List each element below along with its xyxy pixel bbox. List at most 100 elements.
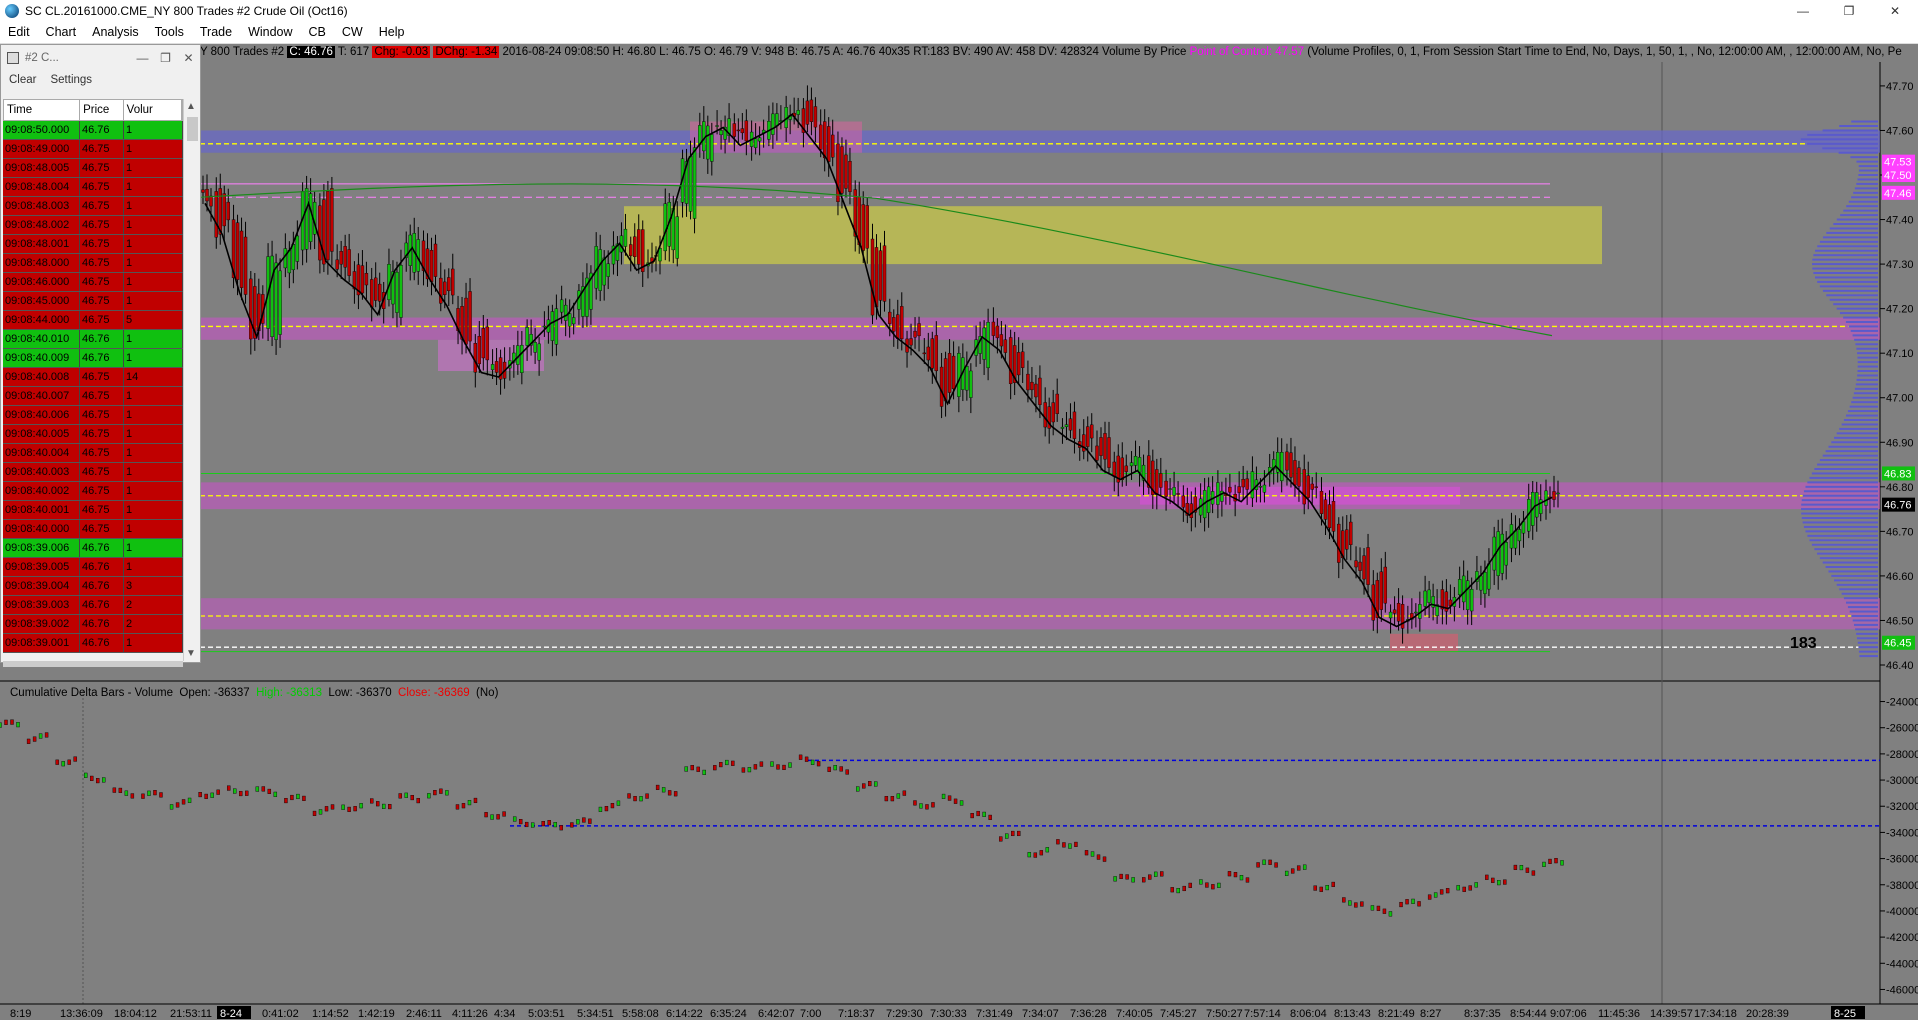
ts-cell-vol: 2 [124, 615, 183, 633]
ts-restore-icon[interactable]: ❐ [154, 51, 177, 65]
ts-row[interactable]: 09:08:39.006 46.76 1 [3, 539, 183, 558]
ts-title-bar[interactable]: #2 C... — ❐ ✕ [1, 45, 200, 71]
col-time[interactable]: Time [4, 100, 81, 120]
ts-row[interactable]: 09:08:39.001 46.76 1 [3, 634, 183, 653]
col-volume[interactable]: Volur [124, 100, 182, 120]
ts-row[interactable]: 09:08:40.005 46.75 1 [3, 425, 183, 444]
ts-row[interactable]: 09:08:45.000 46.75 1 [3, 292, 183, 311]
ts-row[interactable]: 09:08:48.001 46.75 1 [3, 235, 183, 254]
price-candle [1293, 460, 1297, 486]
ts-cell-price: 46.75 [80, 387, 124, 405]
price-candle [719, 130, 723, 136]
ts-settings-button[interactable]: Settings [42, 74, 98, 86]
price-axis-label: 47.70 [1886, 81, 1914, 93]
ts-cell-vol: 1 [124, 140, 183, 158]
price-candle [1427, 589, 1431, 603]
time-axis-label: 5:34:51 [577, 1008, 614, 1020]
ts-row[interactable]: 09:08:40.000 46.75 1 [3, 520, 183, 539]
ts-cell-price: 46.75 [80, 311, 124, 329]
scroll-down-icon[interactable]: ▼ [186, 648, 196, 659]
ts-row[interactable]: 09:08:40.008 46.75 14 [3, 368, 183, 387]
delta-bar [1096, 854, 1101, 860]
ts-row[interactable]: 09:08:46.000 46.75 1 [3, 273, 183, 292]
time-and-sales-window[interactable]: #2 C... — ❐ ✕ Clear Settings Time Price … [0, 44, 201, 667]
ts-close-icon[interactable]: ✕ [177, 51, 200, 65]
ts-row[interactable]: 09:08:39.002 46.76 2 [3, 615, 183, 634]
ts-row[interactable]: 09:08:40.004 46.75 1 [3, 444, 183, 463]
chart-area[interactable]: 47.70 47.60 47.50 47.40 47.30 47.20 47.10 47.00… [0, 44, 1918, 1020]
volume-profile-bar [1856, 378, 1878, 381]
volume-profile-bar [1843, 209, 1878, 212]
delta-bar [1154, 871, 1158, 877]
menu-help[interactable]: Help [371, 25, 413, 39]
ts-minimize-icon[interactable]: — [131, 51, 154, 65]
ts-row[interactable]: 09:08:40.001 46.75 1 [3, 501, 183, 520]
menu-chart[interactable]: Chart [38, 25, 85, 39]
ts-row[interactable]: 09:08:48.000 46.75 1 [3, 254, 183, 273]
delta-bar [382, 803, 386, 809]
ts-clear-button[interactable]: Clear [1, 74, 42, 86]
ts-row[interactable]: 09:08:40.002 46.75 1 [3, 482, 183, 501]
col-price[interactable]: Price [80, 100, 124, 120]
ts-row[interactable]: 09:08:48.004 46.75 1 [3, 178, 183, 197]
ts-row[interactable]: 09:08:48.003 46.75 1 [3, 197, 183, 216]
window-title-bar[interactable]: SC CL.20161000.CME_NY 800 Trades #2 Crud… [0, 0, 1918, 21]
delta-open: Open: -36337 [179, 687, 250, 699]
ts-scrollbar[interactable]: ▲ ▼ [183, 99, 200, 661]
volume-profile-bar [1836, 432, 1878, 435]
price-candle [633, 236, 637, 257]
ts-cell-vol: 1 [124, 501, 183, 519]
ts-horizontal-scrollbar[interactable] [3, 661, 183, 667]
menu-cb[interactable]: CB [301, 25, 334, 39]
price-chart-canvas[interactable]: 47.70 47.60 47.50 47.40 47.30 47.20 47.10 47.00… [0, 44, 1918, 1020]
menu-edit[interactable]: Edit [0, 25, 38, 39]
ts-cell-price: 46.75 [80, 444, 124, 462]
minimize-icon[interactable]: — [1780, 0, 1826, 21]
ts-row[interactable]: 09:08:49.000 46.75 1 [3, 140, 183, 159]
time-axis-label: 18:04:12 [114, 1008, 157, 1020]
ts-row[interactable]: 09:08:40.003 46.75 1 [3, 463, 183, 482]
menu-tools[interactable]: Tools [147, 25, 192, 39]
delta-bar [102, 777, 106, 783]
scroll-up-icon[interactable]: ▲ [186, 101, 196, 112]
delta-bar [467, 800, 472, 806]
ts-row[interactable]: 09:08:39.003 46.76 2 [3, 596, 183, 615]
volume-profile-bar [1854, 338, 1878, 341]
ts-row[interactable]: 09:08:39.005 46.76 1 [3, 558, 183, 577]
volume-profile-bar [1801, 499, 1878, 502]
scroll-thumb[interactable] [187, 117, 198, 141]
volume-profile-bar [1845, 414, 1878, 417]
ts-row[interactable]: 09:08:40.007 46.75 1 [3, 387, 183, 406]
price-candle [1060, 426, 1065, 429]
ts-row[interactable]: 09:08:48.005 46.75 1 [3, 159, 183, 178]
restore-icon[interactable]: ❐ [1826, 0, 1872, 21]
price-candle [1245, 478, 1249, 490]
menu-trade[interactable]: Trade [192, 25, 240, 39]
delta-bar [410, 795, 414, 801]
menu-analysis[interactable]: Analysis [84, 25, 147, 39]
volume-profile-bar [1836, 307, 1878, 310]
menu-cw[interactable]: CW [334, 25, 371, 39]
menu-window[interactable]: Window [240, 25, 300, 39]
volume-profile-bar [1843, 597, 1878, 600]
price-candle [567, 313, 572, 327]
ts-row[interactable]: 09:08:48.002 46.75 1 [3, 216, 183, 235]
ts-row[interactable]: 09:08:44.000 46.75 5 [3, 311, 183, 330]
ts-row[interactable]: 09:08:40.009 46.76 1 [3, 349, 183, 368]
price-candle [1279, 452, 1284, 481]
volume-profile-bar [1852, 619, 1878, 622]
delta-bar [233, 788, 237, 794]
price-candle [1504, 542, 1508, 566]
price-candle [429, 250, 434, 282]
ts-cell-time: 09:08:44.000 [3, 311, 80, 329]
close-icon[interactable]: ✕ [1872, 0, 1918, 21]
delta-bar [1017, 830, 1021, 837]
volume-profile-bar [1809, 539, 1878, 542]
ts-row[interactable]: 09:08:40.006 46.75 1 [3, 406, 183, 425]
price-candle [318, 205, 322, 261]
ts-row[interactable]: 09:08:39.004 46.76 3 [3, 577, 183, 596]
ts-row[interactable]: 09:08:40.010 46.76 1 [3, 330, 183, 349]
delta-bar [553, 822, 557, 828]
ts-row[interactable]: 09:08:50.000 46.76 1 [3, 121, 183, 140]
ts-cell-vol: 1 [124, 273, 183, 291]
